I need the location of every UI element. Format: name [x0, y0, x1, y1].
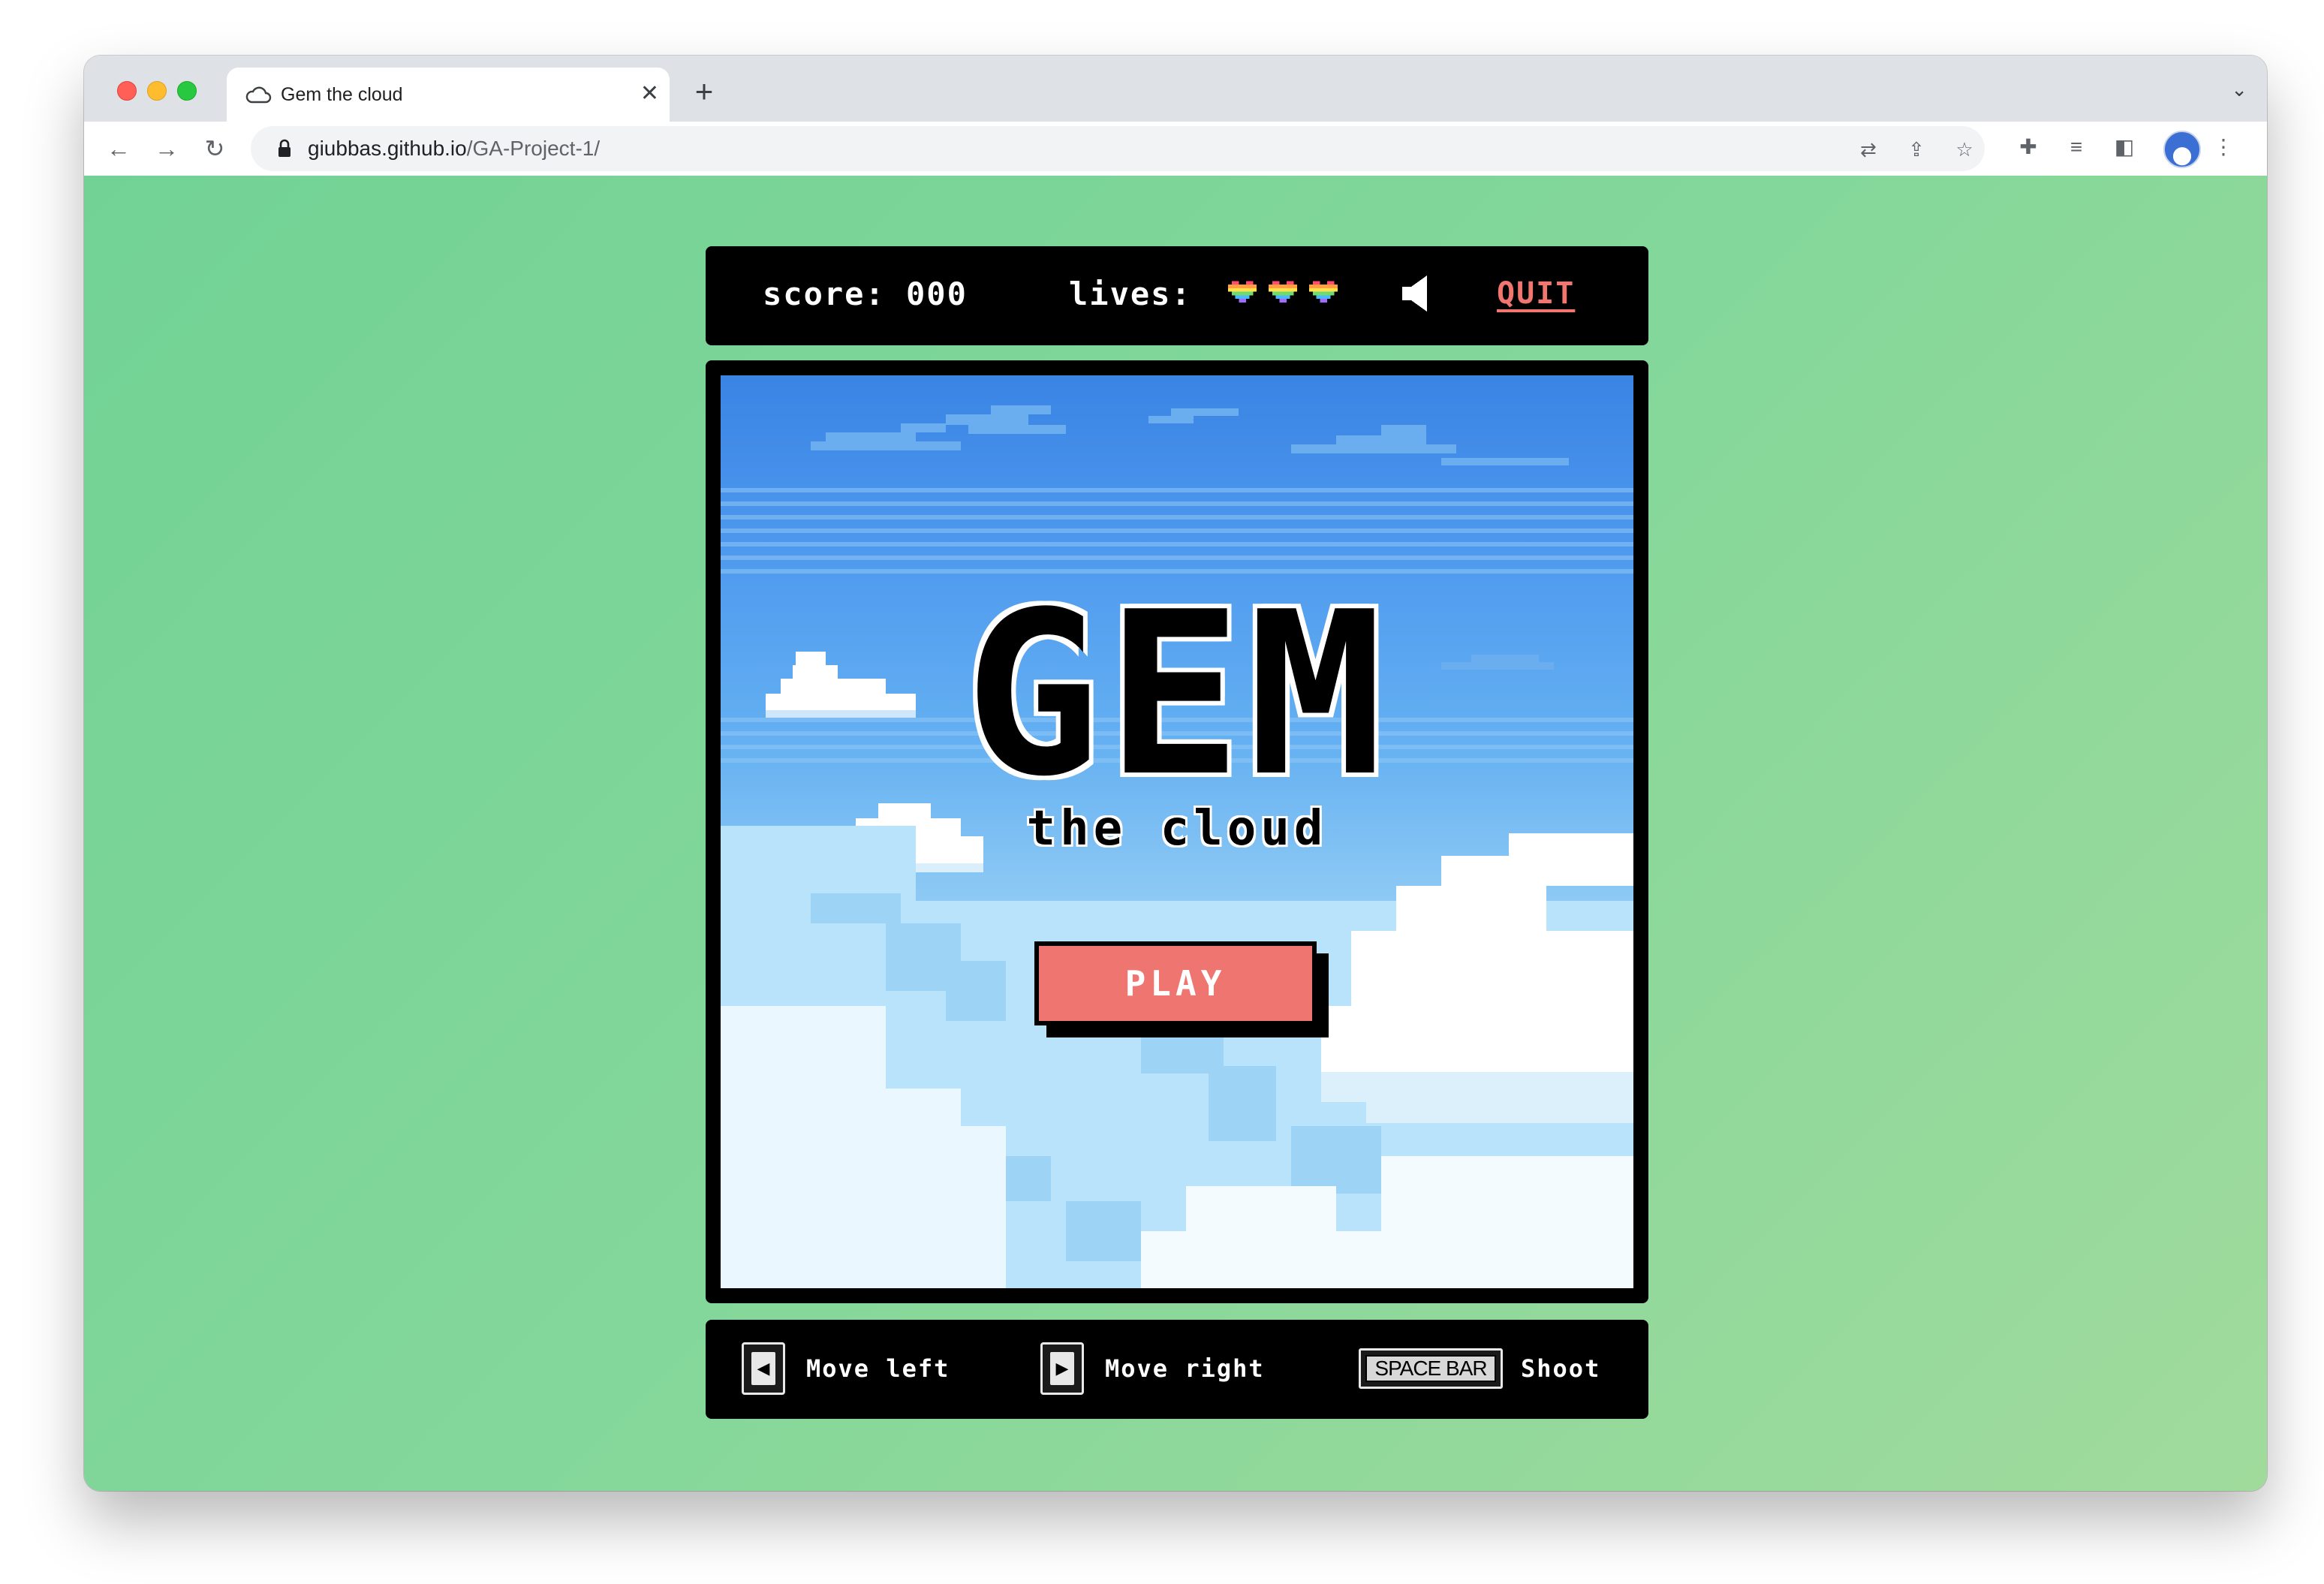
forward-arrow-icon[interactable]: → — [150, 132, 183, 165]
reload-icon[interactable]: ↻ — [198, 132, 231, 165]
browser-toolbar: ← → ↻ giubbas.github.io/GA-Project-1/ ⇄ … — [84, 122, 2267, 176]
translate-icon[interactable]: ⇄ — [1856, 137, 1881, 162]
rainbow-heart-icon — [1269, 281, 1297, 303]
url-text: giubbas.github.io/GA-Project-1/ — [308, 136, 600, 161]
left-arrow-key-icon: ◀ — [742, 1342, 785, 1395]
new-tab-button[interactable]: + — [682, 71, 727, 116]
play-button[interactable]: PLAY — [1034, 941, 1317, 1025]
rainbow-heart-icon — [1228, 281, 1257, 303]
space-bar-key-label: SPACE BAR — [1365, 1355, 1496, 1382]
minimize-window-button[interactable] — [147, 81, 167, 101]
game-logo: GEM — [965, 564, 1389, 826]
lock-icon — [278, 139, 290, 157]
rainbow-heart-icon — [1309, 281, 1338, 303]
url-path: /GA-Project-1/ — [466, 137, 601, 160]
controls-bar: ◀ Move left ▶ Move right SPACE BAR Shoot — [706, 1320, 1648, 1419]
control-label-move-left: Move left — [806, 1354, 950, 1383]
back-arrow-icon[interactable]: ← — [102, 132, 135, 165]
cloud-icon — [245, 86, 272, 104]
url-domain: giubbas.github.io — [308, 137, 467, 160]
game-subtitle: the cloud — [1026, 801, 1328, 857]
tab-search-chevron-icon[interactable]: ⌄ — [2231, 78, 2247, 101]
more-menu-icon[interactable]: ⋮ — [2208, 132, 2238, 162]
page-content: score: 000 lives: QUIT GEM the cloud PLA… — [84, 176, 2267, 1491]
close-window-button[interactable] — [117, 81, 137, 101]
right-arrow-key-icon: ▶ — [1040, 1342, 1084, 1395]
share-icon[interactable]: ⇪ — [1904, 137, 1929, 162]
tab-strip: Gem the cloud ✕ + ⌄ — [84, 56, 2267, 122]
profile-avatar[interactable] — [2163, 131, 2201, 168]
reading-list-icon[interactable]: ≡ — [2061, 132, 2091, 162]
control-label-move-right: Move right — [1105, 1354, 1265, 1383]
space-bar-key-icon: SPACE BAR — [1359, 1348, 1503, 1389]
tab-active[interactable]: Gem the cloud ✕ — [227, 68, 670, 122]
control-label-shoot: Shoot — [1521, 1354, 1601, 1383]
score-display: score: 000 — [763, 276, 968, 312]
tab-close-icon[interactable]: ✕ — [640, 81, 659, 107]
game-frame: GEM the cloud PLAY — [706, 360, 1648, 1303]
quit-button[interactable]: QUIT — [1497, 275, 1575, 312]
side-panel-icon[interactable]: ◧ — [2109, 132, 2139, 162]
extensions-puzzle-icon[interactable]: ✚ — [2013, 132, 2043, 162]
address-bar[interactable]: giubbas.github.io/GA-Project-1/ ⇄ ⇪ ☆ — [251, 126, 1985, 171]
lives-label: lives: — [1069, 276, 1192, 312]
maximize-window-button[interactable] — [177, 81, 197, 101]
tab-title: Gem the cloud — [281, 84, 403, 105]
browser-window: Gem the cloud ✕ + ⌄ ← → ↻ giubbas.github… — [84, 56, 2267, 1491]
game-canvas: GEM the cloud PLAY — [721, 375, 1633, 1288]
hud-bar: score: 000 lives: QUIT — [706, 246, 1648, 345]
speaker-mute-icon[interactable] — [1402, 275, 1434, 312]
bookmark-star-icon[interactable]: ☆ — [1952, 137, 1977, 162]
